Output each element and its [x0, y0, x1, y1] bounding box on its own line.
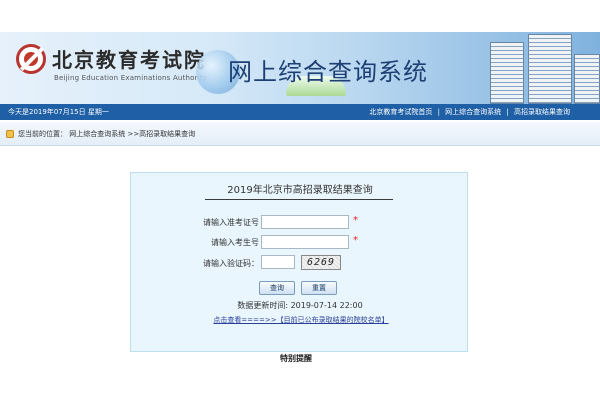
- info-bar: 今天是2019年07月15日 星期一 北京教育考试院首页 | 网上综合查询系统 …: [0, 104, 600, 120]
- org-name-english: Beijing Education Examinations Authority: [54, 74, 208, 82]
- query-panel: 2019年北京市高招录取结果查询 请输入准考证号 * 请输入考生号 * 请输入验…: [130, 172, 468, 352]
- captcha-input[interactable]: [261, 255, 295, 269]
- required-mark: *: [353, 215, 358, 226]
- breadcrumb-text: 您当前的位置： 网上综合查询系统 >>高招录取结果查询: [18, 130, 196, 138]
- student-id-input[interactable]: [261, 235, 349, 249]
- building-icon: [450, 34, 600, 104]
- system-title: 网上综合查询系统: [228, 58, 428, 86]
- link-admission-query[interactable]: 高招录取结果查询: [514, 108, 570, 116]
- school-list-link[interactable]: 点击查看====>>【目前已公布录取结果的院校名单】: [199, 315, 403, 325]
- org-name: 北京教育考试院: [52, 48, 206, 72]
- breadcrumb: 您当前的位置： 网上综合查询系统 >>高招录取结果查询: [0, 122, 600, 146]
- location-icon: [6, 130, 14, 138]
- link-separator: |: [506, 108, 509, 116]
- special-note-heading: 特别提醒: [280, 354, 312, 363]
- logo-icon: [16, 44, 46, 74]
- query-button[interactable]: 查询: [259, 281, 295, 295]
- page: 北京教育考试院 Beijing Education Examinations A…: [0, 0, 600, 400]
- exam-id-label: 请输入准考证号: [203, 218, 259, 227]
- update-time: 数据更新时间: 2019-07-14 22:00: [237, 301, 363, 310]
- title-divider: [205, 199, 393, 200]
- exam-id-input[interactable]: [261, 215, 349, 229]
- link-query-system[interactable]: 网上综合查询系统: [445, 108, 501, 116]
- student-id-label: 请输入考生号: [211, 238, 259, 247]
- link-exam-authority-home[interactable]: 北京教育考试院首页: [369, 108, 432, 116]
- required-mark: *: [353, 235, 358, 246]
- captcha-label: 请输入验证码：: [203, 259, 259, 268]
- captcha-image[interactable]: 6269: [301, 255, 341, 270]
- top-links: 北京教育考试院首页 | 网上综合查询系统 | 高招录取结果查询: [369, 104, 570, 120]
- reset-button[interactable]: 重置: [301, 281, 337, 295]
- panel-title: 2019年北京市高招录取结果查询: [227, 185, 373, 196]
- header-banner: 北京教育考试院 Beijing Education Examinations A…: [0, 32, 600, 104]
- link-separator: |: [437, 108, 440, 116]
- date-text: 今天是2019年07月15日 星期一: [8, 108, 109, 116]
